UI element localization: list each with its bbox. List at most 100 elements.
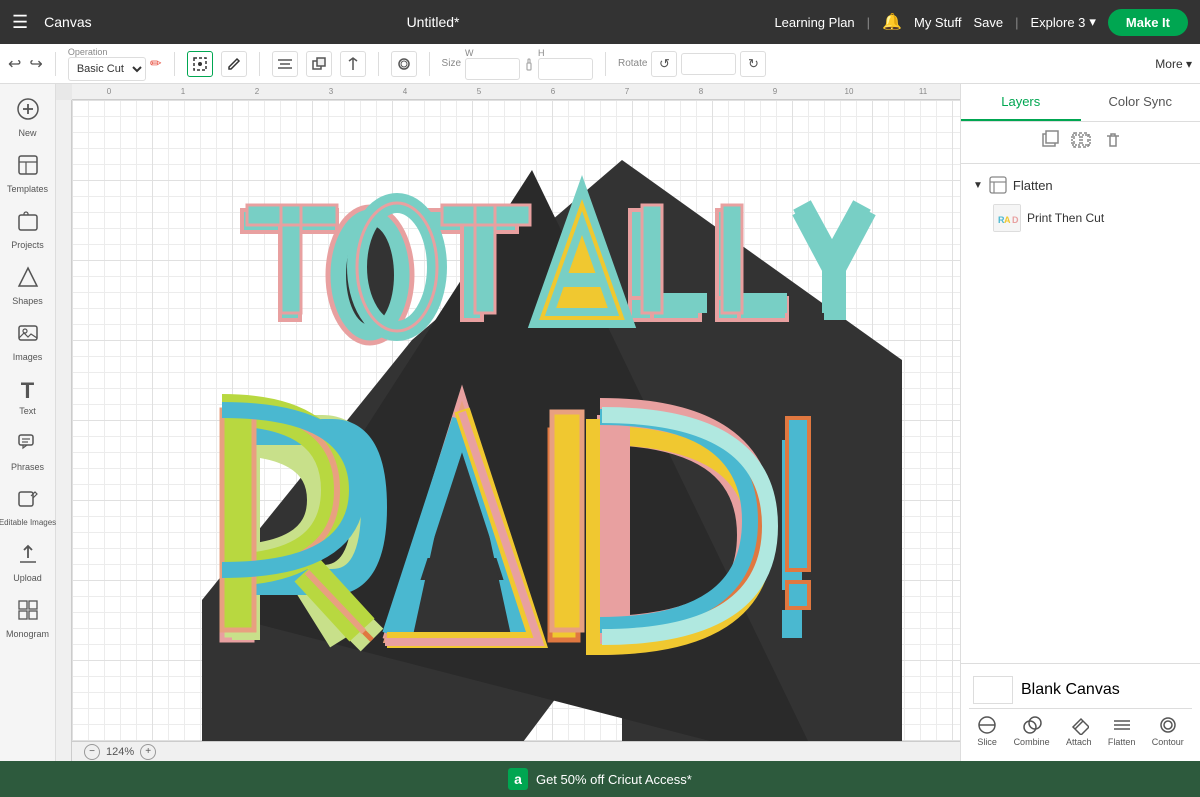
panel-delete-icon[interactable] <box>1103 130 1123 155</box>
rotate-cw-icon[interactable]: ↻ <box>740 51 766 77</box>
rotate-group: Rotate ↺ ↻ <box>618 51 766 77</box>
toolbar-separator-4 <box>378 52 379 76</box>
layer-group-flatten-header[interactable]: ▼ Flatten <box>969 172 1192 198</box>
projects-icon <box>17 210 39 238</box>
ruler-tick-10: 10 <box>812 87 886 96</box>
width-field: W <box>465 48 520 80</box>
learning-plan-link[interactable]: Learning Plan <box>774 15 854 30</box>
shapes-icon <box>17 266 39 294</box>
promo-icon: a <box>508 768 528 790</box>
size-label: Size <box>442 58 461 69</box>
rotate-input[interactable] <box>681 53 736 75</box>
canvas-grid[interactable] <box>72 100 960 741</box>
flatten-bottom-icon <box>1112 715 1132 735</box>
promo-banner[interactable]: a Get 50% off Cricut Access* <box>0 761 1200 797</box>
sidebar-item-editable-images[interactable]: Editable Images <box>3 482 53 533</box>
slice-label: Slice <box>977 737 997 747</box>
height-field: H <box>538 48 593 80</box>
panel-toolbar <box>961 122 1200 164</box>
combine-label: Combine <box>1014 737 1050 747</box>
ruler-left <box>56 100 72 761</box>
arrange-button[interactable] <box>306 51 332 77</box>
rotate-ccw-icon[interactable]: ↺ <box>651 51 677 77</box>
toolbar-separator-5 <box>429 52 430 76</box>
sidebar-item-templates[interactable]: Templates <box>3 148 53 200</box>
ruler-tick-9: 9 <box>738 87 812 96</box>
panel-group-icon[interactable] <box>1071 130 1091 155</box>
sidebar-item-images[interactable]: Images <box>3 316 53 368</box>
ruler-tick-11: 11 <box>886 87 960 96</box>
sidebar-item-text[interactable]: T Text <box>3 372 53 422</box>
nav-right: Learning Plan | 🔔 My Stuff Save | Explor… <box>774 9 1188 36</box>
notification-bell-icon[interactable]: 🔔 <box>882 12 902 32</box>
explore-button[interactable]: Explore 3 ▾ <box>1030 14 1095 30</box>
undo-button[interactable]: ↩ <box>8 54 21 74</box>
align-button[interactable] <box>272 51 298 77</box>
sidebar-item-phrases[interactable]: Phrases <box>3 426 53 478</box>
ruler-tick-1: 1 <box>146 87 220 96</box>
sidebar-item-projects[interactable]: Projects <box>3 204 53 256</box>
more-button[interactable]: More ▾ <box>1155 57 1192 71</box>
attach-icon <box>1069 715 1089 735</box>
tab-layers-label: Layers <box>1001 94 1040 109</box>
height-input[interactable] <box>538 58 593 80</box>
sidebar-item-new[interactable]: New <box>3 92 53 144</box>
flip-button[interactable] <box>340 51 366 77</box>
sidebar-item-shapes[interactable]: Shapes <box>3 260 53 312</box>
layer-thumb-print-then-cut: R A D <box>993 204 1021 232</box>
save-button[interactable]: Save <box>973 15 1003 30</box>
ruler-tick-0: 0 <box>72 87 146 96</box>
height-label: H <box>538 48 593 58</box>
nav-divider-1: | <box>867 15 870 30</box>
sidebar-item-monogram[interactable]: Monogram <box>3 593 53 645</box>
bottom-action-contour[interactable]: Contour <box>1152 715 1184 747</box>
edit-pen-icon[interactable]: ✏ <box>150 55 162 72</box>
bottom-action-slice[interactable]: Slice <box>977 715 997 747</box>
operation-select[interactable]: Basic Cut <box>68 57 146 81</box>
canvas-area[interactable]: 0 1 2 3 4 5 6 7 8 9 10 11 <box>56 84 960 761</box>
make-it-button[interactable]: Make It <box>1108 9 1188 36</box>
slice-icon <box>977 715 997 735</box>
redo-button[interactable]: ↪ <box>29 54 42 74</box>
promo-text: Get 50% off Cricut Access* <box>536 772 692 787</box>
images-icon <box>17 322 39 350</box>
operation-group: Operation Basic Cut ✏ <box>68 47 162 81</box>
layer-group-flatten-label: Flatten <box>1013 178 1053 193</box>
width-input[interactable] <box>465 58 520 80</box>
svg-text:D: D <box>1012 215 1019 225</box>
bottom-action-combine[interactable]: Combine <box>1014 715 1050 747</box>
zoom-plus-button[interactable]: + <box>140 744 156 760</box>
edit-button[interactable] <box>221 51 247 77</box>
layer-item-print-then-cut[interactable]: R A D Print Then Cut <box>969 198 1192 238</box>
sidebar-item-text-label: Text <box>19 406 36 416</box>
tab-layers[interactable]: Layers <box>961 84 1081 121</box>
canvas-label: Canvas <box>44 14 91 30</box>
ruler-tick-4: 4 <box>368 87 442 96</box>
sidebar-item-upload[interactable]: Upload <box>3 537 53 589</box>
ruler-tick-7: 7 <box>590 87 664 96</box>
contour-icon <box>1158 715 1178 735</box>
monogram-icon <box>17 599 39 627</box>
menu-icon[interactable]: ☰ <box>12 12 28 33</box>
main-area: New Templates Projects Shapes Images <box>0 84 1200 761</box>
toolbar-separator-6 <box>605 52 606 76</box>
zoom-minus-button[interactable]: − <box>84 744 100 760</box>
bottom-action-flatten[interactable]: Flatten <box>1108 715 1136 747</box>
nav-divider-2: | <box>1015 15 1018 30</box>
bottom-action-attach[interactable]: Attach <box>1066 715 1092 747</box>
sidebar-item-templates-label: Templates <box>7 184 48 194</box>
ruler-tick-6: 6 <box>516 87 590 96</box>
toolbar: ↩ ↪ Operation Basic Cut ✏ Size W <box>0 44 1200 84</box>
width-label: W <box>465 48 520 58</box>
sidebar-item-new-label: New <box>18 128 36 138</box>
toolbar-separator-3 <box>259 52 260 76</box>
select-all-button[interactable] <box>187 51 213 77</box>
operation-field: Operation Basic Cut <box>68 47 146 81</box>
toolbar-separator-1 <box>55 52 56 76</box>
tab-color-sync[interactable]: Color Sync <box>1081 84 1200 121</box>
attach-label: Attach <box>1066 737 1092 747</box>
offset-button[interactable] <box>391 51 417 77</box>
ruler-top: 0 1 2 3 4 5 6 7 8 9 10 11 <box>72 84 960 100</box>
panel-duplicate-icon[interactable] <box>1039 130 1059 155</box>
my-stuff-link[interactable]: My Stuff <box>914 15 961 30</box>
